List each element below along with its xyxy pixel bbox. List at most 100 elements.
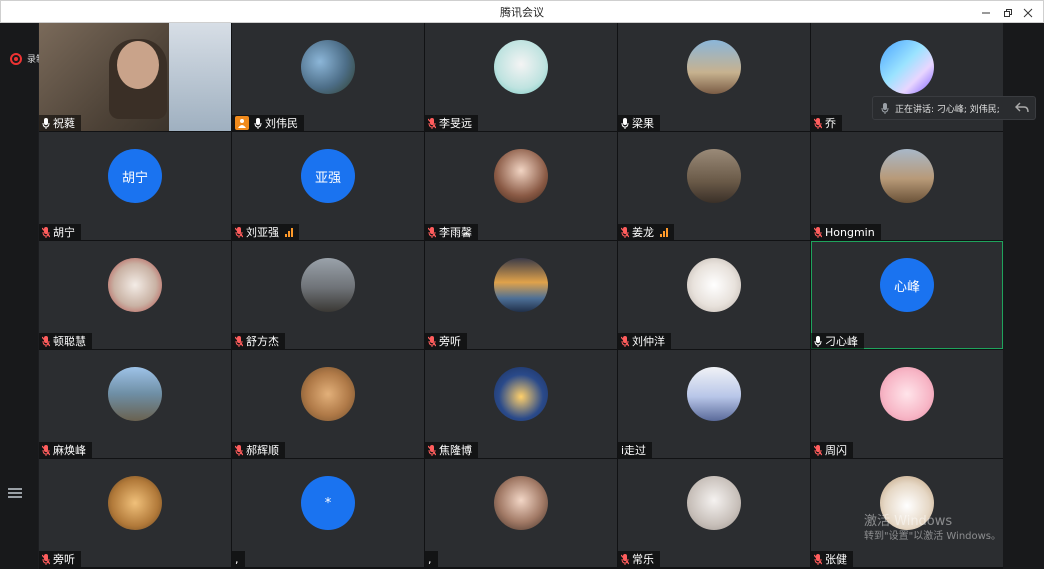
participant-list-icon[interactable] (8, 486, 22, 500)
signal-icon (660, 227, 668, 237)
participant-name: 刘仲洋 (632, 335, 665, 348)
window-title: 腾讯会议 (500, 5, 544, 19)
avatar (494, 367, 548, 421)
collapse-icon[interactable] (1015, 102, 1029, 114)
mic-muted-icon (428, 335, 436, 347)
participant-tile[interactable]: 李雨馨 (425, 132, 617, 240)
mic-muted-icon (621, 553, 629, 565)
restore-icon[interactable] (997, 1, 1019, 24)
mic-muted-icon (428, 117, 436, 129)
avatar (880, 367, 934, 421)
participant-tile[interactable]: 周闪 (811, 350, 1003, 458)
avatar: 心峰 (880, 258, 934, 312)
participant-tile[interactable]: Hongmin (811, 132, 1003, 240)
participant-label: 李旻远 (425, 115, 478, 131)
record-icon (10, 52, 22, 65)
participant-tile[interactable]: 刘伟民 (232, 23, 424, 131)
participant-tile[interactable]: 亚强刘亚强 (232, 132, 424, 240)
participant-label: 郝辉顺 (232, 442, 285, 458)
mic-icon (881, 102, 889, 114)
participant-label: 刘亚强 (232, 224, 299, 240)
participant-name: , (428, 552, 432, 566)
participant-tile[interactable]: 麻焕峰 (39, 350, 231, 458)
participant-name: 梁果 (632, 117, 654, 130)
participant-tile[interactable]: 李旻远 (425, 23, 617, 131)
participant-name: 郝辉顺 (246, 444, 279, 457)
participant-name: 焦隆博 (439, 444, 472, 457)
mic-muted-icon (621, 335, 629, 347)
participant-name: 麻焕峰 (53, 444, 86, 457)
minimize-icon[interactable] (975, 1, 997, 24)
participant-label: 舒方杰 (232, 333, 285, 349)
participant-label: 姜龙 (618, 224, 674, 240)
mic-muted-icon (42, 226, 50, 238)
participant-tile[interactable]: 焦隆博 (425, 350, 617, 458)
close-icon[interactable] (1017, 1, 1039, 24)
mic-muted-icon (814, 553, 822, 565)
participant-label: 周闪 (811, 442, 853, 458)
mic-muted-icon (814, 444, 822, 456)
avatar-initials: 亚强 (314, 170, 341, 186)
participant-name: Hongmin (825, 225, 875, 239)
speaking-text: 正在讲话: 刁心峰; 刘伟民; (895, 104, 1000, 115)
participant-name: 张健 (825, 553, 847, 566)
participant-tile[interactable]: i走过 (618, 350, 810, 458)
avatar (301, 40, 355, 94)
participant-tile[interactable]: 舒方杰 (232, 241, 424, 349)
mic-muted-icon (235, 444, 243, 456)
mic-muted-icon (42, 553, 50, 565)
left-rail: 录制中 (0, 23, 54, 569)
participant-tile[interactable]: , (425, 459, 617, 567)
participant-tile[interactable]: 旁听 (39, 459, 231, 567)
participant-tile[interactable]: 刘仲洋 (618, 241, 810, 349)
title-bar: 腾讯会议 (0, 0, 1044, 23)
participant-label: 刘伟民 (232, 115, 304, 131)
participant-name: 顿聪慧 (53, 335, 86, 348)
avatar (494, 258, 548, 312)
participant-tile[interactable]: 心峰刁心峰 (811, 241, 1003, 349)
participant-name: 常乐 (632, 553, 654, 566)
mic-muted-icon (42, 335, 50, 347)
participant-tile[interactable]: 梁果 (618, 23, 810, 131)
participant-tile[interactable]: 旁听 (425, 241, 617, 349)
participant-tile[interactable]: 顿聪慧 (39, 241, 231, 349)
mic-muted-icon (42, 444, 50, 456)
avatar (494, 476, 548, 530)
participant-name: 旁听 (53, 553, 75, 566)
avatar (687, 476, 741, 530)
avatar-initials: 胡宁 (121, 170, 148, 186)
participant-tile[interactable]: 祝蕤 (39, 23, 231, 131)
participant-name: 姜龙 (632, 226, 654, 239)
participant-name: 刁心峰 (825, 335, 858, 348)
participant-label: i走过 (618, 442, 653, 458)
activation-watermark-text: 转到"设置"以激活 Windows。 (864, 531, 1002, 542)
participant-tile[interactable]: 常乐 (618, 459, 810, 567)
participant-label: 张健 (811, 551, 853, 567)
mic-muted-icon (235, 335, 243, 347)
avatar (108, 476, 162, 530)
mic-muted-icon (428, 444, 436, 456)
host-icon (235, 116, 249, 130)
mic-icon (254, 117, 262, 129)
participant-tile[interactable]: 姜龙 (618, 132, 810, 240)
speaking-indicator: 正在讲话: 刁心峰; 刘伟民; (872, 96, 1036, 120)
avatar (494, 40, 548, 94)
avatar: 胡宁 (108, 149, 162, 203)
participant-label: 梁果 (618, 115, 660, 131)
participant-tile[interactable]: 郝辉顺 (232, 350, 424, 458)
participant-name: , (235, 552, 239, 566)
participant-tile[interactable]: 胡宁 胡宁 (39, 132, 231, 240)
participant-name: i走过 (621, 444, 647, 457)
avatar (687, 149, 741, 203)
participant-label: , (425, 551, 438, 567)
participant-label: 旁听 (39, 551, 81, 567)
mic-muted-icon (235, 226, 243, 238)
mic-muted-icon (814, 117, 822, 129)
mic-icon (42, 117, 50, 129)
participant-name: 李雨馨 (439, 226, 472, 239)
participant-label: 胡宁 (39, 224, 81, 240)
participant-name: 周闪 (825, 444, 847, 457)
participant-tile[interactable]: *, (232, 459, 424, 567)
avatar: 亚强 (301, 149, 355, 203)
participant-label: 刁心峰 (811, 333, 864, 349)
